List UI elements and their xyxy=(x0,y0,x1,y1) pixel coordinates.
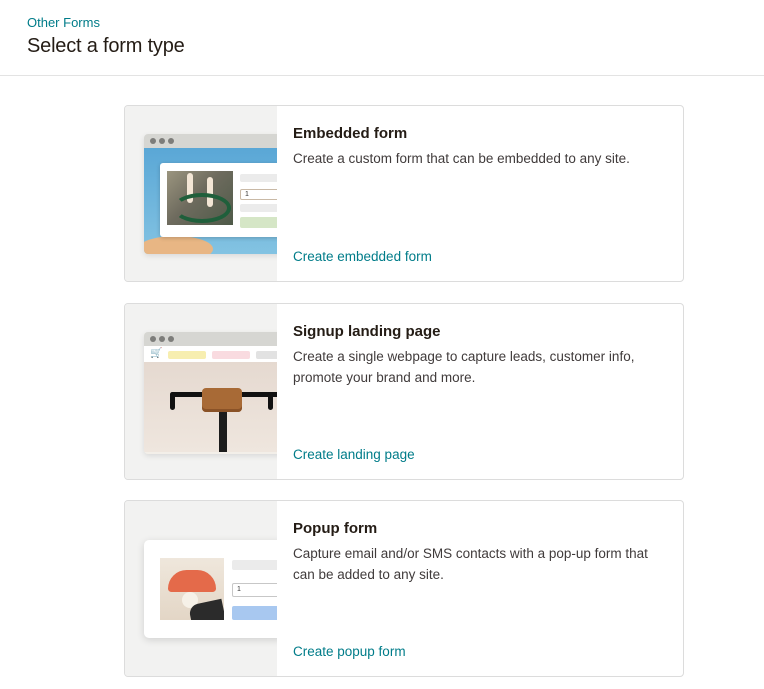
card-description: Create a single webpage to capture leads… xyxy=(293,349,635,385)
form-field-placeholder xyxy=(240,174,277,182)
card-title: Signup landing page xyxy=(293,323,441,340)
card-description: Capture email and/or SMS contacts with a… xyxy=(293,546,648,582)
create-embedded-form-link[interactable]: Create embedded form xyxy=(293,249,432,264)
card-body: Popup form Capture email and/or SMS cont… xyxy=(293,501,671,676)
embedded-form-card[interactable]: 1 Embedded form Create a custom form tha… xyxy=(124,105,684,282)
popup-form-illustration: 1 xyxy=(125,501,277,676)
lamp-photo xyxy=(160,558,224,620)
shopping-cart-icon: 🛒 xyxy=(150,348,163,359)
card-title: Embedded form xyxy=(293,125,408,142)
form-photo xyxy=(167,171,233,225)
form-input-preview: 1 xyxy=(232,583,277,597)
form-input-preview: 1 xyxy=(240,189,277,200)
popup-mockup: 1 xyxy=(144,540,277,638)
landing-nav-preview: 🛒 xyxy=(144,346,277,362)
form-submit-preview xyxy=(232,606,277,620)
create-popup-form-link[interactable]: Create popup form xyxy=(293,644,406,659)
handlebar-bag xyxy=(202,388,242,412)
card-title: Popup form xyxy=(293,520,378,537)
breadcrumb-other-forms[interactable]: Other Forms xyxy=(27,15,100,30)
page-header: Other Forms Select a form type xyxy=(0,0,764,76)
popup-form-card[interactable]: 1 Popup form Capture email and/or SMS co… xyxy=(124,500,684,677)
browser-mockup: 1 xyxy=(144,134,277,254)
form-field-placeholder xyxy=(240,204,277,212)
browser-toolbar xyxy=(144,332,277,346)
card-body: Signup landing page Create a single webp… xyxy=(293,304,671,479)
embedded-form-illustration: 1 xyxy=(125,106,277,281)
embedded-form-preview: 1 xyxy=(160,163,277,237)
bicycle-hero-image xyxy=(144,362,277,452)
card-description: Create a custom form that can be embedde… xyxy=(293,151,630,166)
landing-page-card[interactable]: 🛒 Signup landing page Create a single we… xyxy=(124,303,684,480)
form-submit-preview xyxy=(240,217,277,228)
browser-mockup: 🛒 xyxy=(144,332,277,454)
create-landing-page-link[interactable]: Create landing page xyxy=(293,447,415,462)
landing-page-illustration: 🛒 xyxy=(125,304,277,479)
card-body: Embedded form Create a custom form that … xyxy=(293,106,671,281)
form-field-placeholder xyxy=(232,560,277,570)
page-title: Select a form type xyxy=(27,35,185,57)
browser-toolbar xyxy=(144,134,277,148)
